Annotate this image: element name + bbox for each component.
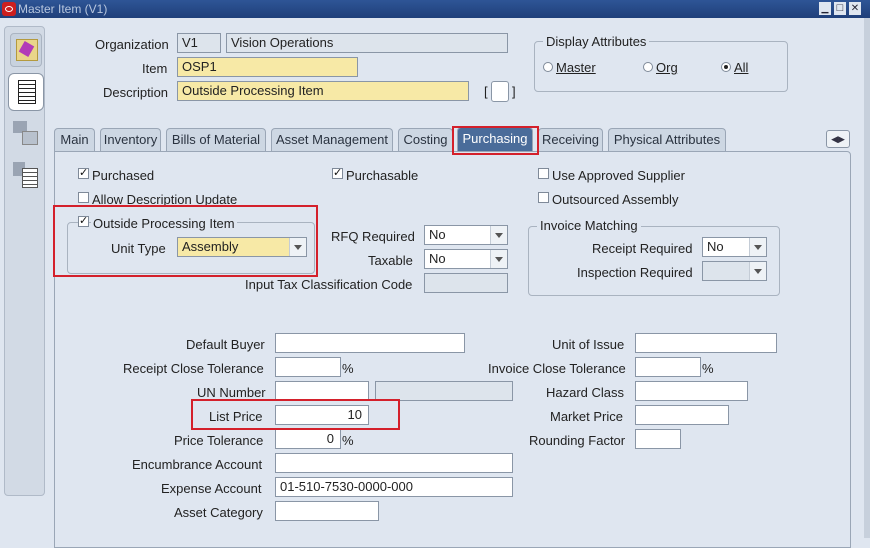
purchasable-label: Purchasable bbox=[346, 168, 419, 183]
organization-code-field: V1 bbox=[177, 33, 221, 53]
outside-processing-item-label: Outside Processing Item bbox=[91, 216, 237, 231]
tab-asset-management[interactable]: Asset Management bbox=[271, 128, 393, 151]
asset-category-field[interactable] bbox=[275, 501, 379, 521]
receipt-close-tolerance-percent: % bbox=[342, 361, 354, 376]
tab-inventory[interactable]: Inventory bbox=[100, 128, 161, 151]
tab-receiving[interactable]: Receiving bbox=[538, 128, 603, 151]
allow-description-update-label: Allow Description Update bbox=[92, 192, 238, 207]
right-edge-strip bbox=[864, 18, 870, 538]
price-tolerance-percent: % bbox=[342, 433, 354, 448]
display-attributes-group: Display Attributes Master Org All bbox=[534, 34, 788, 92]
rfq-required-label: RFQ Required bbox=[331, 229, 415, 244]
tab-scroll-arrows-icon[interactable]: ◀▶ bbox=[826, 130, 850, 148]
flexfield-bracket-open: [ bbox=[484, 84, 488, 99]
purchased-checkbox[interactable]: ✓ bbox=[78, 168, 89, 179]
inspection-required-select[interactable] bbox=[702, 261, 767, 281]
organization-name-field: Vision Operations bbox=[226, 33, 508, 53]
price-tolerance-label: Price Tolerance bbox=[174, 433, 264, 448]
purchased-label: Purchased bbox=[92, 168, 155, 183]
expense-account-label: Expense Account bbox=[161, 481, 262, 496]
item-attributes-icon[interactable] bbox=[10, 33, 42, 67]
use-approved-supplier-checkbox[interactable] bbox=[538, 168, 549, 179]
oracle-logo-icon bbox=[2, 2, 16, 16]
invoice-close-tolerance-field[interactable] bbox=[635, 357, 701, 377]
window-title: Master Item (V1) bbox=[18, 2, 108, 16]
unit-type-label: Unit Type bbox=[111, 241, 166, 256]
outsourced-assembly-checkbox[interactable] bbox=[538, 192, 549, 203]
encumbrance-account-label: Encumbrance Account bbox=[132, 457, 263, 472]
market-price-label: Market Price bbox=[550, 409, 623, 424]
receipt-required-label: Receipt Required bbox=[592, 241, 693, 256]
input-tax-classification-code-label: Input Tax Classification Code bbox=[245, 277, 413, 292]
un-number-description-field bbox=[375, 381, 513, 401]
use-approved-supplier-label: Use Approved Supplier bbox=[552, 168, 685, 183]
inspection-required-label: Inspection Required bbox=[577, 265, 693, 280]
price-tolerance-field[interactable]: 0 bbox=[275, 429, 341, 449]
default-buyer-field[interactable] bbox=[275, 333, 465, 353]
un-number-label: UN Number bbox=[197, 385, 266, 400]
all-radio-label[interactable]: All bbox=[734, 60, 748, 75]
receipt-close-tolerance-label: Receipt Close Tolerance bbox=[123, 361, 264, 376]
tab-bills-of-material[interactable]: Bills of Material bbox=[166, 128, 266, 151]
rounding-factor-field[interactable] bbox=[635, 429, 681, 449]
unit-of-issue-field[interactable] bbox=[635, 333, 777, 353]
taxable-label: Taxable bbox=[368, 253, 413, 268]
market-price-field[interactable] bbox=[635, 405, 729, 425]
asset-category-label: Asset Category bbox=[174, 505, 263, 520]
list-price-field[interactable]: 10 bbox=[275, 405, 369, 425]
all-radio[interactable] bbox=[721, 62, 731, 72]
outside-processing-item-checkbox[interactable]: ✓ bbox=[78, 216, 89, 227]
invoice-close-tolerance-percent: % bbox=[702, 361, 714, 376]
organization-label: Organization bbox=[95, 37, 169, 52]
tab-main[interactable]: Main bbox=[54, 128, 95, 151]
display-attributes-title: Display Attributes bbox=[543, 34, 650, 49]
invoice-matching-title: Invoice Matching bbox=[537, 218, 641, 233]
expense-account-field[interactable]: 01-510-7530-0000-000 bbox=[275, 477, 513, 497]
allow-description-update-checkbox[interactable] bbox=[78, 192, 89, 203]
unit-type-select[interactable]: Assembly bbox=[177, 237, 307, 257]
invoice-close-tolerance-label: Invoice Close Tolerance bbox=[488, 361, 626, 376]
taxable-select[interactable]: No bbox=[424, 249, 508, 269]
minimize-button[interactable]: ▁ bbox=[819, 2, 831, 15]
organization-assignment-icon[interactable] bbox=[10, 117, 40, 147]
maximize-button[interactable]: □ bbox=[834, 2, 846, 15]
rfq-required-select[interactable]: No bbox=[424, 225, 508, 245]
description-field[interactable]: Outside Processing Item bbox=[177, 81, 469, 101]
left-toolbar bbox=[4, 26, 45, 496]
org-radio-label[interactable]: Org bbox=[656, 60, 678, 75]
title-bar: Master Item (V1) ▁ □ ✕ bbox=[0, 0, 870, 18]
input-tax-classification-code-field[interactable] bbox=[424, 273, 508, 293]
outsourced-assembly-label: Outsourced Assembly bbox=[552, 192, 679, 207]
descriptive-flexfield[interactable] bbox=[491, 81, 509, 102]
default-buyer-label: Default Buyer bbox=[186, 337, 265, 352]
item-field[interactable]: OSP1 bbox=[177, 57, 358, 77]
rounding-factor-label: Rounding Factor bbox=[529, 433, 626, 448]
document-list-icon[interactable] bbox=[8, 73, 44, 111]
categories-icon[interactable] bbox=[10, 159, 40, 189]
purchasable-checkbox[interactable]: ✓ bbox=[332, 168, 343, 179]
receipt-required-select[interactable]: No bbox=[702, 237, 767, 257]
tab-costing[interactable]: Costing bbox=[398, 128, 453, 151]
tab-physical-attributes[interactable]: Physical Attributes bbox=[608, 128, 726, 151]
close-button[interactable]: ✕ bbox=[849, 2, 861, 15]
hazard-class-label: Hazard Class bbox=[546, 385, 625, 400]
tab-purchasing[interactable]: Purchasing bbox=[457, 127, 533, 152]
org-radio[interactable] bbox=[643, 62, 653, 72]
flexfield-bracket-close: ] bbox=[512, 84, 516, 99]
encumbrance-account-field[interactable] bbox=[275, 453, 513, 473]
unit-of-issue-label: Unit of Issue bbox=[552, 337, 625, 352]
receipt-close-tolerance-field[interactable] bbox=[275, 357, 341, 377]
list-price-label: List Price bbox=[209, 409, 263, 424]
hazard-class-field[interactable] bbox=[635, 381, 748, 401]
item-label: Item bbox=[142, 61, 168, 76]
un-number-field[interactable] bbox=[275, 381, 369, 401]
master-radio[interactable] bbox=[543, 62, 553, 72]
master-radio-label[interactable]: Master bbox=[556, 60, 596, 75]
description-label: Description bbox=[103, 85, 169, 100]
